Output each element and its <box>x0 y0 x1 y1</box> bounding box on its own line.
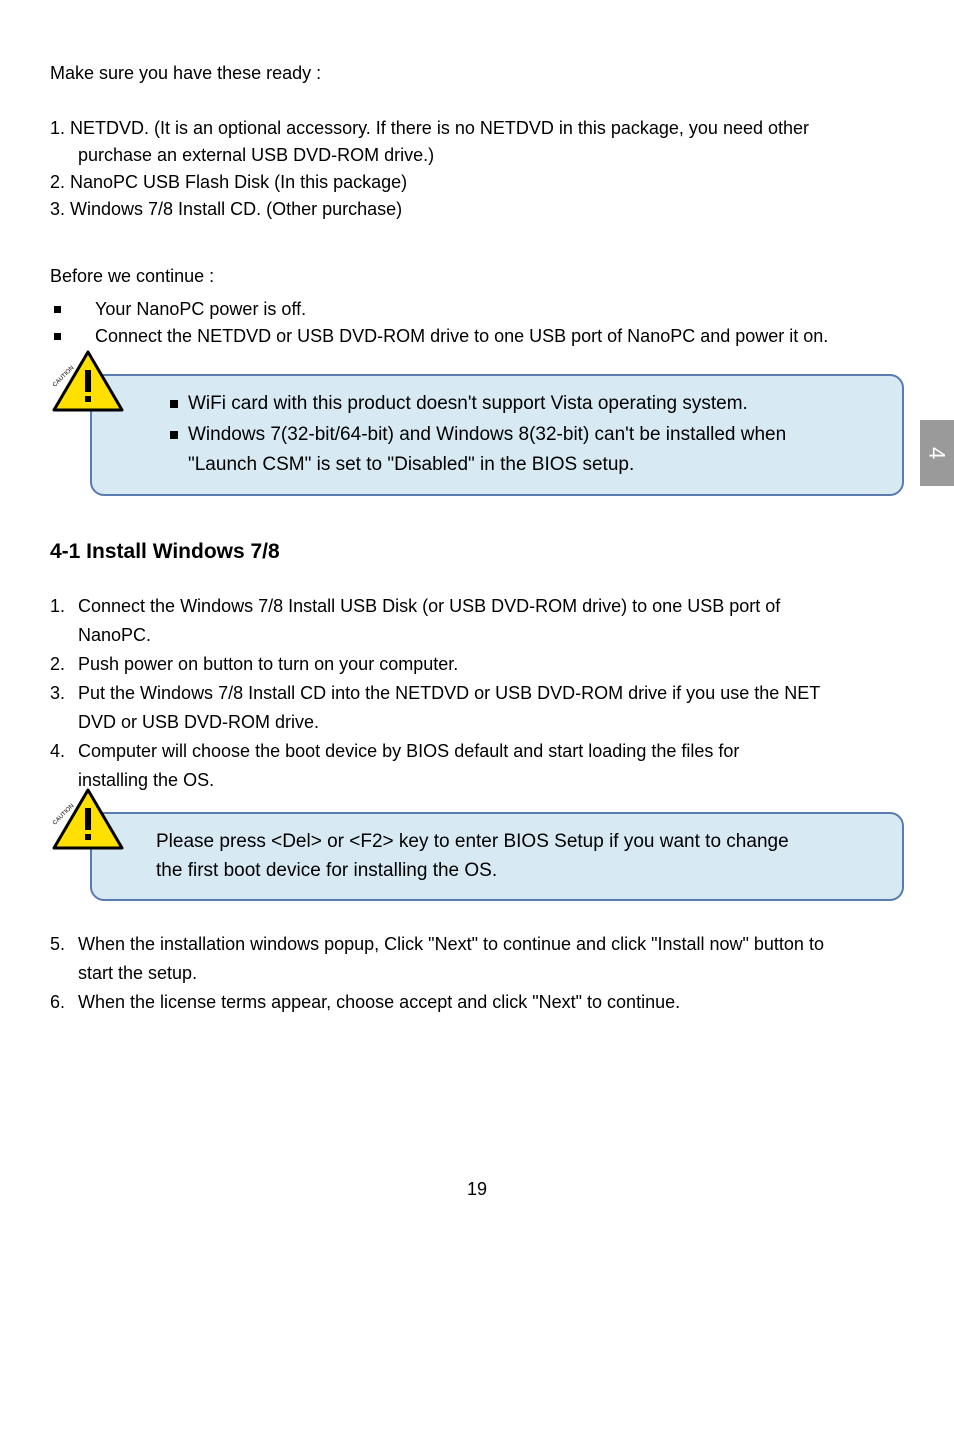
caution-callout-2: CAUTION Please press <Del> or <F2> key t… <box>90 812 904 901</box>
prereq-item-2: 2. NanoPC USB Flash Disk (In this packag… <box>50 169 904 196</box>
step-3-line2: DVD or USB DVD-ROM drive. <box>78 709 904 736</box>
step-num: 1. <box>50 593 78 620</box>
caution-triangle-icon: CAUTION <box>52 788 124 852</box>
caution-callout-1: CAUTION WiFi card with this product does… <box>90 374 904 496</box>
bullet-icon <box>170 400 178 408</box>
before-list: Your NanoPC power is off. Connect the NE… <box>50 296 904 350</box>
section-title: 4-1 Install Windows 7/8 <box>50 536 904 568</box>
step-5-line1: When the installation windows popup, Cli… <box>78 931 904 958</box>
page-number: 19 <box>50 1176 904 1203</box>
step-1-line1: Connect the Windows 7/8 Install USB Disk… <box>78 593 904 620</box>
before-item-2: Connect the NETDVD or USB DVD-ROM drive … <box>50 323 904 350</box>
intro-text: Make sure you have these ready : <box>50 60 904 87</box>
bullet-icon <box>54 333 61 340</box>
caution2-line2: the first boot device for installing the… <box>156 857 878 886</box>
prereq-item-1-line2: purchase an external USB DVD-ROM drive.) <box>50 142 904 169</box>
step-4-line2: installing the OS. <box>78 767 904 794</box>
step-2: Push power on button to turn on your com… <box>78 651 904 678</box>
step-6: When the license terms appear, choose ac… <box>78 989 904 1016</box>
caution-triangle-icon: CAUTION <box>52 350 124 414</box>
prereq-item-3: 3. Windows 7/8 Install CD. (Other purcha… <box>50 196 904 223</box>
step-num: 2. <box>50 651 78 678</box>
caution2-line1: Please press <Del> or <F2> key to enter … <box>156 828 878 857</box>
caution1-line1: WiFi card with this product doesn't supp… <box>188 390 882 419</box>
bullet-icon <box>170 431 178 439</box>
bullet-icon <box>54 306 61 313</box>
caution1-line2: Windows 7(32-bit/64-bit) and Windows 8(3… <box>188 421 882 450</box>
step-5-line2: start the setup. <box>78 960 904 987</box>
install-steps: 1.Connect the Windows 7/8 Install USB Di… <box>50 593 904 794</box>
before-item-1: Your NanoPC power is off. <box>50 296 904 323</box>
install-steps-cont: 5.When the installation windows popup, C… <box>50 931 904 1016</box>
before-item-2-text: Connect the NETDVD or USB DVD-ROM drive … <box>95 323 828 350</box>
chapter-tab: 4 <box>920 420 954 486</box>
step-3-line1: Put the Windows 7/8 Install CD into the … <box>78 680 904 707</box>
step-num: 5. <box>50 931 78 958</box>
before-heading: Before we continue : <box>50 263 904 290</box>
before-item-1-text: Your NanoPC power is off. <box>95 296 306 323</box>
caution1-line3: "Launch CSM" is set to "Disabled" in the… <box>170 451 882 480</box>
step-num: 3. <box>50 680 78 707</box>
prerequisites-list: 1. NETDVD. (It is an optional accessory.… <box>50 115 904 223</box>
prereq-item-1-line1: 1. NETDVD. (It is an optional accessory.… <box>50 115 904 142</box>
step-num: 4. <box>50 738 78 765</box>
step-1-line2: NanoPC. <box>78 622 904 649</box>
step-num: 6. <box>50 989 78 1016</box>
step-4-line1: Computer will choose the boot device by … <box>78 738 904 765</box>
